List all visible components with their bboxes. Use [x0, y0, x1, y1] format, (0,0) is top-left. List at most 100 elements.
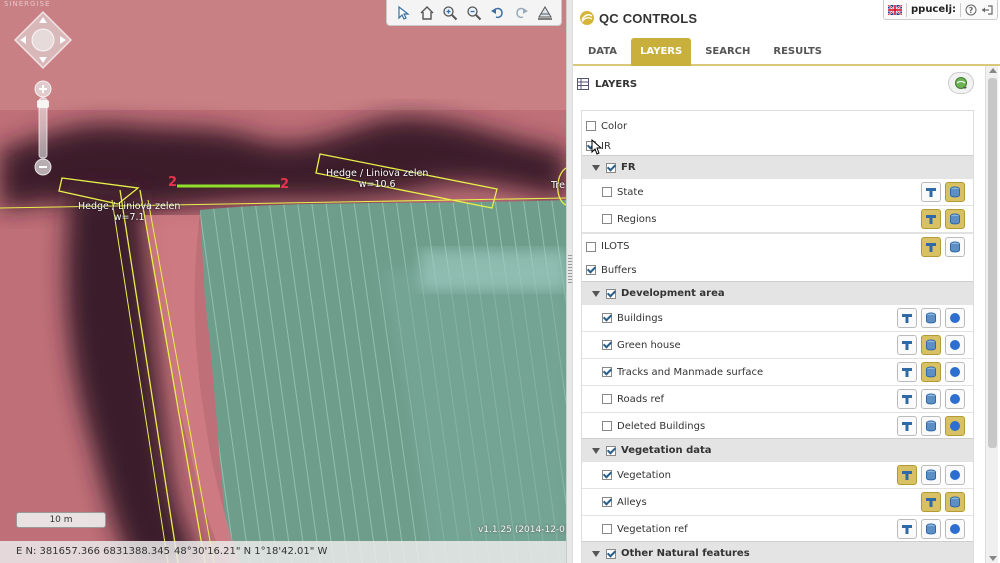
layer-row-deleted-buildings[interactable]: Deleted Buildings — [582, 413, 973, 440]
layers-scrollbar[interactable] — [985, 66, 998, 563]
layer-actions — [893, 308, 965, 328]
splitter-grip[interactable] — [568, 255, 572, 285]
checkbox-roads-ref[interactable] — [602, 394, 612, 404]
checkbox-buffers[interactable] — [586, 265, 596, 275]
style-button[interactable] — [897, 416, 917, 436]
style-button[interactable] — [897, 519, 917, 539]
layer-row-buffers[interactable]: Buffers — [582, 259, 973, 281]
layer-row-regions[interactable]: Regions — [582, 206, 973, 233]
refresh-layers-button[interactable] — [948, 72, 974, 94]
checkbox-regions[interactable] — [602, 214, 612, 224]
style-button[interactable] — [921, 492, 941, 512]
checkbox-vegetation-ref[interactable] — [602, 524, 612, 534]
filter-button[interactable] — [921, 362, 941, 382]
checkbox-state[interactable] — [602, 187, 612, 197]
layer-row-alleys[interactable]: Alleys — [582, 489, 973, 516]
style-button[interactable] — [897, 362, 917, 382]
filter-button[interactable] — [945, 209, 965, 229]
style-button[interactable] — [897, 308, 917, 328]
checkbox-ilots[interactable] — [586, 241, 596, 252]
scroll-down-arrow-icon[interactable] — [989, 556, 997, 561]
expand-arrow-icon[interactable] — [592, 447, 600, 454]
style-button[interactable] — [897, 335, 917, 355]
filter-button[interactable] — [921, 389, 941, 409]
zoom-slider[interactable] — [34, 80, 52, 176]
layer-row-buildings[interactable]: Buildings — [582, 305, 973, 332]
filter-button[interactable] — [921, 519, 941, 539]
zoom-in-icon[interactable] — [441, 4, 459, 22]
style-button[interactable] — [897, 465, 917, 485]
layer-row-vegetation[interactable]: Vegetation — [582, 462, 973, 489]
info-button[interactable] — [945, 362, 965, 382]
info-button[interactable] — [945, 465, 965, 485]
checkbox-alleys[interactable] — [602, 497, 612, 507]
layer-group-vegetation-data[interactable]: Vegetation data — [582, 438, 973, 462]
info-button[interactable] — [945, 519, 965, 539]
panel-splitter[interactable] — [566, 0, 573, 563]
checkbox-vegetation[interactable] — [602, 470, 612, 480]
home-icon[interactable] — [418, 4, 436, 22]
checkbox-buildings[interactable] — [602, 313, 612, 323]
layers-stack-icon[interactable] — [536, 4, 554, 22]
style-icon — [926, 188, 936, 197]
layer-row-tracks[interactable]: Tracks and Manmade surface — [582, 359, 973, 386]
info-button[interactable] — [945, 389, 965, 409]
info-button[interactable] — [945, 335, 965, 355]
checkbox-vegetation-data[interactable] — [606, 445, 616, 456]
layer-row-ilots[interactable]: ILOTS — [582, 233, 973, 259]
tab-search[interactable]: SEARCH — [696, 38, 759, 66]
style-icon — [902, 368, 912, 377]
filter-cylinder-icon — [950, 241, 960, 252]
filter-button[interactable] — [921, 335, 941, 355]
checkbox-color[interactable] — [586, 121, 596, 131]
style-button[interactable] — [921, 209, 941, 229]
filter-button[interactable] — [945, 182, 965, 202]
filter-button[interactable] — [921, 308, 941, 328]
layer-row-green-house[interactable]: Green house — [582, 332, 973, 359]
logout-icon[interactable] — [981, 4, 993, 16]
style-button[interactable] — [921, 236, 941, 257]
layer-row-ir[interactable]: IR — [582, 135, 973, 157]
help-icon[interactable]: ? — [965, 4, 977, 16]
layer-row-color[interactable]: Color — [582, 115, 973, 137]
tab-results[interactable]: RESULTS — [764, 38, 831, 66]
checkbox-development-area[interactable] — [606, 288, 616, 299]
expand-arrow-icon[interactable] — [592, 164, 600, 171]
layer-row-roads-ref[interactable]: Roads ref — [582, 386, 973, 413]
undo-view-icon[interactable] — [489, 4, 507, 22]
feature-label-hedge-1: Hedge / Liniova zelen w=7.1 — [78, 201, 180, 223]
redo-view-icon[interactable] — [512, 4, 530, 22]
checkbox-fr[interactable] — [606, 162, 616, 173]
style-button[interactable] — [921, 182, 941, 202]
filter-button[interactable] — [945, 236, 965, 257]
scrollbar-thumb[interactable] — [988, 78, 997, 448]
layer-group-other-natural-features[interactable]: Other Natural features — [582, 541, 973, 563]
feature-width-text: w=10.6 — [358, 179, 396, 190]
pan-control[interactable] — [13, 10, 73, 70]
feature-label-text: Hedge / Liniova zelen — [326, 168, 429, 179]
layer-row-state[interactable]: State — [582, 179, 973, 206]
layer-label: Tracks and Manmade surface — [617, 366, 764, 378]
layer-group-development-area[interactable]: Development area — [582, 281, 973, 305]
pointer-icon[interactable] — [394, 4, 412, 22]
info-button[interactable] — [945, 308, 965, 328]
scroll-up-arrow-icon[interactable] — [989, 68, 997, 73]
filter-button[interactable] — [921, 416, 941, 436]
style-button[interactable] — [897, 389, 917, 409]
expand-arrow-icon[interactable] — [592, 290, 600, 297]
filter-button[interactable] — [921, 465, 941, 485]
map-view[interactable]: SINERGISE 2 2 Hedge / Liniova zelen w=7.… — [0, 0, 566, 563]
layer-group-fr[interactable]: FR — [582, 155, 973, 179]
checkbox-other-natural-features[interactable] — [606, 548, 616, 559]
expand-arrow-icon[interactable] — [592, 550, 600, 557]
tab-layers[interactable]: LAYERS — [631, 38, 692, 66]
filter-button[interactable] — [945, 492, 965, 512]
checkbox-deleted-buildings[interactable] — [602, 421, 612, 431]
tab-data[interactable]: DATA — [579, 38, 626, 66]
layer-row-vegetation-ref[interactable]: Vegetation ref — [582, 516, 973, 543]
info-button[interactable] — [945, 416, 965, 436]
checkbox-tracks[interactable] — [602, 367, 612, 377]
zoom-out-icon[interactable] — [465, 4, 483, 22]
checkbox-green-house[interactable] — [602, 340, 612, 350]
uk-flag-icon[interactable] — [888, 4, 902, 15]
